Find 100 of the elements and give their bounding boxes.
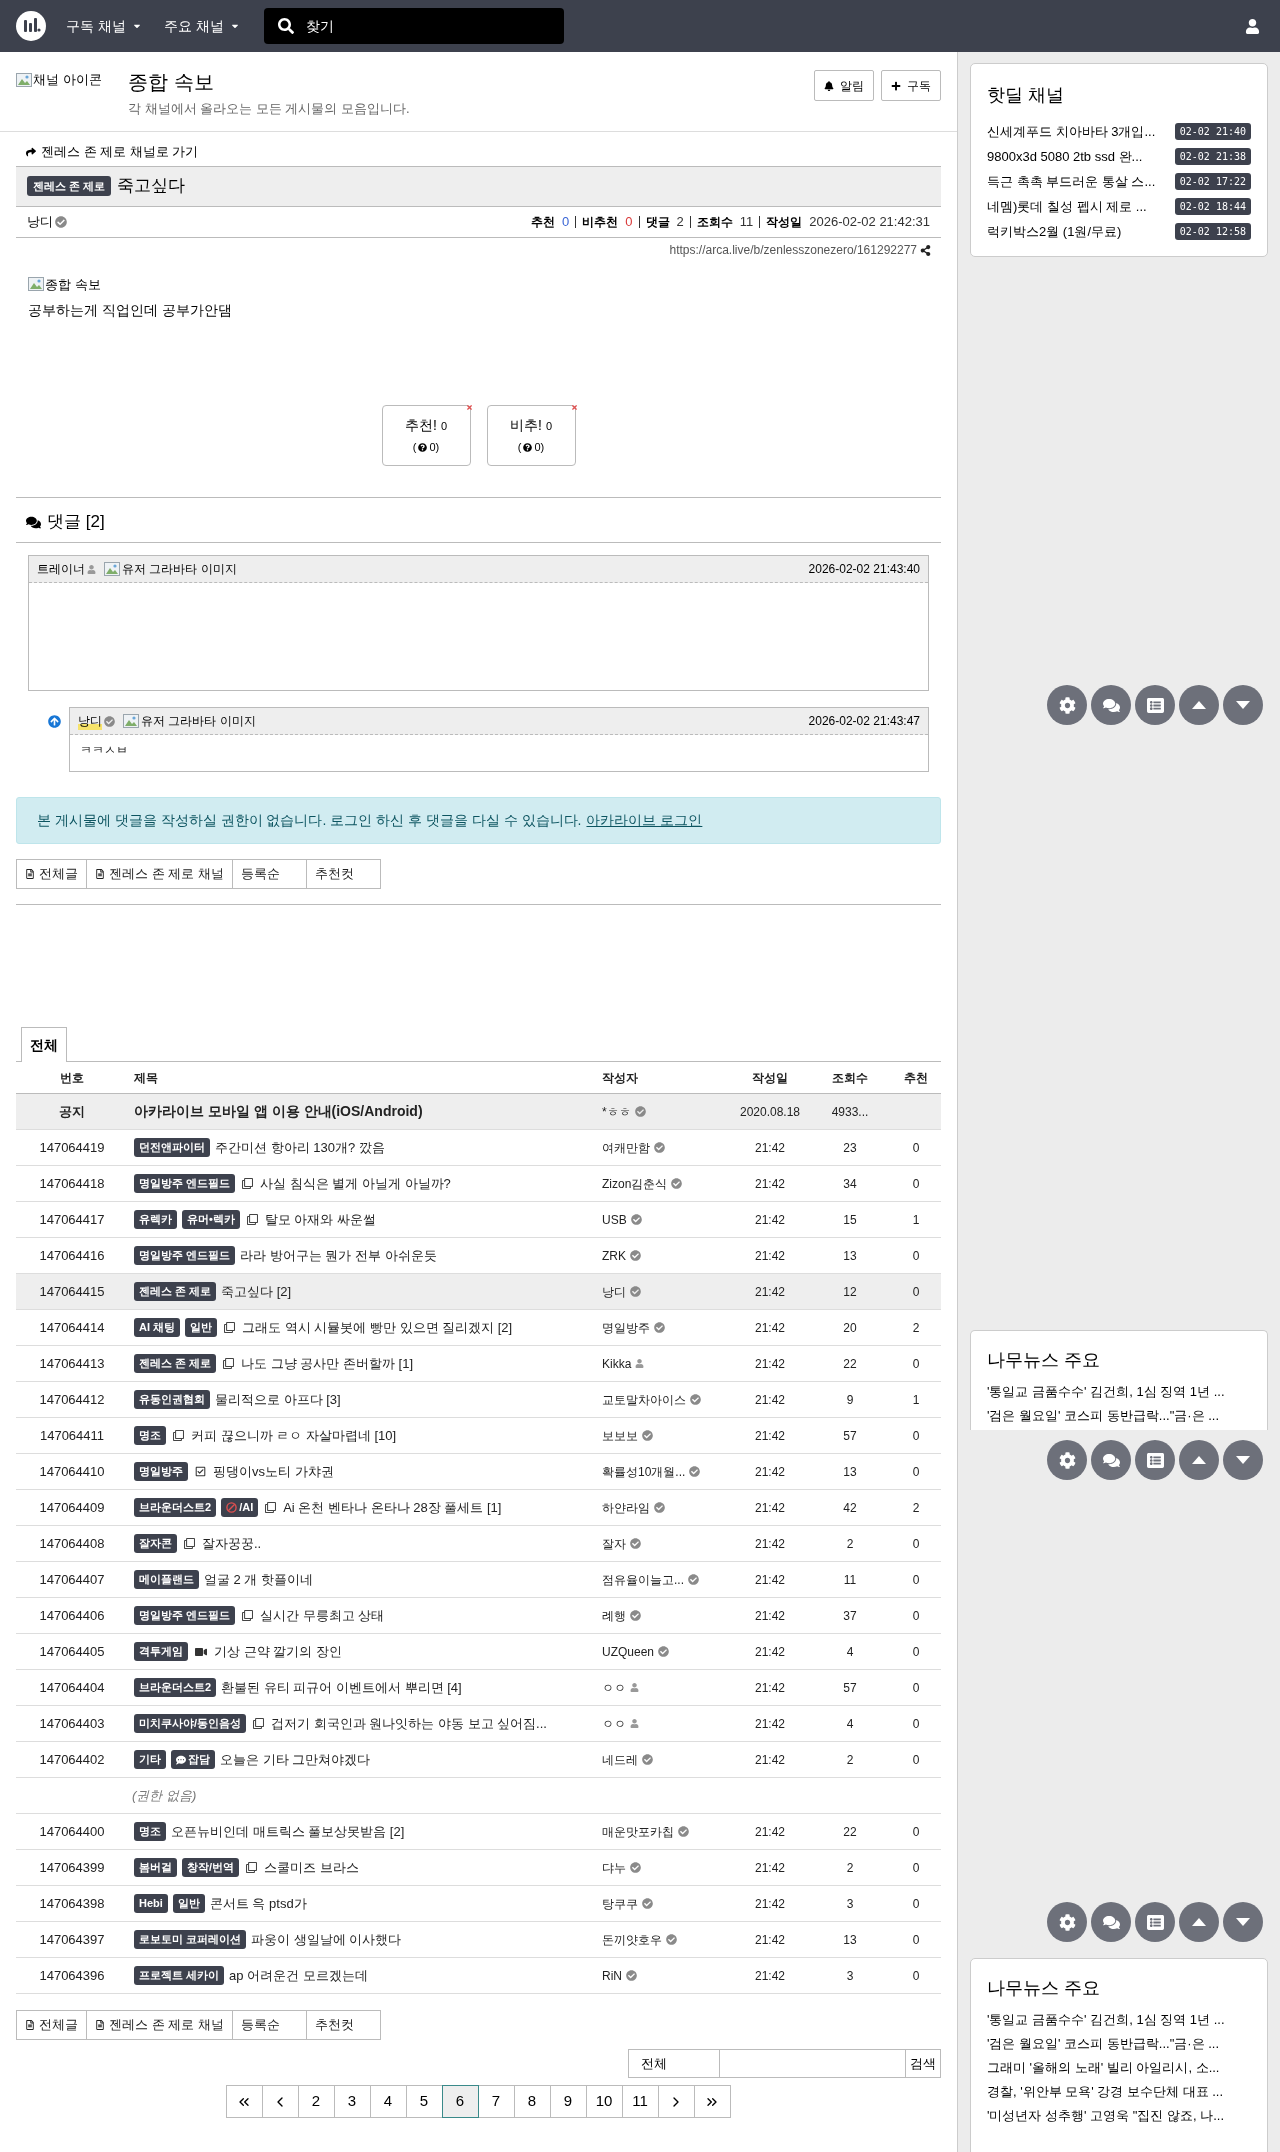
post-title[interactable]: 기상 근약 깔기의 장인 [214, 1641, 342, 1662]
author-name[interactable]: UZQueen [602, 1642, 655, 1661]
category-tag[interactable]: 일반 [172, 1894, 205, 1913]
category-tag[interactable]: 잡담 [171, 1750, 215, 1769]
news-link[interactable]: '통일교 금품수수' 김건희, 1심 징역 1년 ... [987, 2010, 1251, 2034]
deal-link[interactable]: 신세계푸드 치아바타 3개입... [987, 121, 1156, 142]
category-tag[interactable]: 명일방주 엔드필드 [134, 1606, 236, 1625]
category-tag[interactable]: AI 채팅 [134, 1318, 181, 1337]
news-link[interactable]: '통일교 금품수수' 김건희, 1심 징역 1년 ... [987, 1382, 1251, 1406]
list-button[interactable] [1135, 1902, 1175, 1942]
scroll-up-button[interactable] [1179, 685, 1219, 725]
author-name[interactable]: 점유율이늘고... [602, 1570, 684, 1589]
category-tag[interactable]: 던전앤파이터 [134, 1138, 210, 1157]
category-tag[interactable]: 봄버걸 [134, 1858, 177, 1877]
post-title[interactable]: 파웅이 생일날에 이사했다 [251, 1929, 402, 1950]
post-title[interactable]: 잘자꿍꿍.. [202, 1533, 262, 1554]
post-title[interactable]: 그래도 역시 시뮬봇에 빵만 있으면 질리겠지 [2] [242, 1317, 513, 1338]
close-icon[interactable] [465, 404, 473, 411]
page-button[interactable]: 4 [369, 2085, 407, 2118]
category-tag[interactable]: 프로젝트 세카이 [134, 1966, 225, 1985]
nav-dropdown[interactable]: 구독 채널 [66, 15, 142, 37]
comments-button[interactable] [1091, 1902, 1131, 1942]
category-tag[interactable]: /AI [221, 1498, 259, 1517]
last-page-button[interactable] [693, 2085, 731, 2118]
author-name[interactable]: 탕쿠쿠 [602, 1894, 638, 1913]
filter-button[interactable]: 등록순 [231, 2010, 307, 2040]
post-title[interactable]: 얼굴 2 개 핫플이네 [204, 1569, 314, 1590]
comments-button[interactable] [1091, 1440, 1131, 1480]
page-button[interactable]: 7 [477, 2085, 515, 2118]
post-title[interactable]: 아카라이브 모바일 앱 이용 안내(iOS/Android) [134, 1101, 423, 1122]
scroll-down-button[interactable] [1223, 685, 1263, 725]
first-page-button[interactable] [225, 2085, 263, 2118]
news-link[interactable]: 경찰, '위안부 모욕' 강경 보수단체 대표 ... [987, 2082, 1251, 2106]
author-name[interactable]: ZRK [602, 1246, 626, 1265]
post-title[interactable]: 겁저기 회국인과 원나잇하는 야동 보고 싶어짐... [271, 1713, 547, 1734]
post-title[interactable]: ap 어려운건 모르겠는데 [229, 1965, 368, 1986]
scroll-down-button[interactable] [1223, 1440, 1263, 1480]
page-button[interactable]: 11 [621, 2085, 659, 2118]
table-row[interactable]: 147064415 젠레스 존 제로 죽고싶다 [2] 낭디 21:42 12 0 [16, 1274, 941, 1310]
vote-button[interactable]: 비추! 0 ( 0) [486, 405, 576, 466]
post-title[interactable]: 환불된 유티 피규어 이벤트에서 뿌리면 [4] [221, 1677, 462, 1698]
category-tag[interactable]: 브라운더스트2 [134, 1498, 217, 1517]
author-name[interactable]: 낭디 [602, 1282, 626, 1301]
list-button[interactable] [1135, 1440, 1175, 1480]
user-icon[interactable] [1245, 18, 1260, 34]
author-name[interactable]: ㅇㅇ [602, 1678, 626, 1697]
list-button[interactable] [1135, 685, 1175, 725]
channel-button[interactable]: 구독 [881, 70, 941, 101]
author-name[interactable]: *ㅎㅎ [602, 1102, 631, 1121]
author-name[interactable]: 매운맛포카칩 [602, 1822, 674, 1841]
notice-row[interactable]: 공지 아카라이브 모바일 앱 이용 안내(iOS/Android) *ㅎㅎ 2020.08.18 4933... [16, 1094, 941, 1130]
author-name[interactable]: 명일방주 [602, 1318, 650, 1337]
filter-button[interactable]: 전체글 [16, 2010, 87, 2040]
prev-page-button[interactable] [261, 2085, 299, 2118]
filter-button[interactable]: 젠레스 존 제로 채널 [86, 859, 233, 889]
category-tag[interactable]: 명조 [134, 1426, 166, 1445]
page-button[interactable]: 8 [513, 2085, 551, 2118]
author-name[interactable]: USB [602, 1210, 627, 1229]
settings-button[interactable] [1047, 1902, 1087, 1942]
category-tag[interactable]: 명일방주 엔드필드 [134, 1174, 236, 1193]
post-title[interactable]: 커피 끊으니까 ㄹㅇ 자살마렵네 [10] [191, 1425, 397, 1446]
category-tag[interactable]: 젠레스 존 제로 [134, 1282, 217, 1301]
post-title[interactable]: 주간미션 항아리 130개? 깠음 [215, 1137, 385, 1158]
post-title[interactable]: 라라 방어구는 뭔가 전부 아쉬운듯 [240, 1245, 437, 1266]
category-tag[interactable]: 유렉카 [134, 1210, 177, 1229]
settings-button[interactable] [1047, 685, 1087, 725]
post-title[interactable]: 오픈뉴비인데 매트릭스 풀보상못받음 [2] [171, 1821, 405, 1842]
author-name[interactable]: Zizon김춘식 [602, 1174, 668, 1193]
author-name[interactable]: ㅇㅇ [602, 1714, 626, 1733]
category-tag[interactable]: 명일방주 엔드필드 [134, 1246, 236, 1265]
page-button[interactable]: 9 [549, 2085, 587, 2118]
category-tag[interactable]: 젠레스 존 제로 [134, 1354, 217, 1373]
logo-icon[interactable] [16, 11, 46, 41]
author-name[interactable]: 잘자 [602, 1534, 626, 1553]
search-input[interactable]: 찾기 [305, 15, 550, 37]
deal-link[interactable]: 9800x3d 5080 2tb ssd 완... [987, 146, 1143, 167]
post-title[interactable]: 탈모 아재와 싸운썰 [264, 1209, 377, 1230]
author-name[interactable]: RiN [602, 1966, 622, 1985]
filter-button[interactable]: 젠레스 존 제로 채널 [86, 2010, 233, 2040]
post-url[interactable]: https://arca.live/b/zenlesszonezero/161292277 [669, 241, 917, 259]
author-name[interactable]: 댜누 [602, 1858, 626, 1877]
category-tag[interactable]: 명조 [134, 1822, 166, 1841]
login-link[interactable]: 아카라이브 로그인 [586, 810, 703, 831]
author-name[interactable]: 하얀라임 [602, 1498, 650, 1517]
next-page-button[interactable] [657, 2085, 695, 2118]
category-tag[interactable]: 미치쿠사야/동인음성 [134, 1714, 247, 1733]
category-tag[interactable]: 로보토미 코퍼레이션 [134, 1930, 247, 1949]
news-link[interactable]: '미성년자 성추행' 고영욱 "집진 않죠, 나... [987, 2106, 1251, 2130]
page-button[interactable]: 2 [297, 2085, 335, 2118]
post-title[interactable]: 나도 그냥 공사만 존버할까 [1] [241, 1353, 414, 1374]
deal-link[interactable]: 네멤)롯데 칠성 펩시 제로 ... [987, 196, 1147, 217]
filter-button[interactable]: 전체글 [16, 859, 87, 889]
page-button[interactable]: 10 [585, 2085, 623, 2118]
author-name[interactable]: 례행 [602, 1606, 626, 1625]
share-icon[interactable] [920, 244, 931, 256]
author-name[interactable]: 보보보 [602, 1426, 638, 1445]
page-button[interactable]: 6 [441, 2085, 479, 2118]
author-name[interactable]: 여캐만함 [602, 1138, 650, 1157]
post-title[interactable]: 실시간 무릉최고 상태 [260, 1605, 385, 1626]
news-link[interactable]: 그래미 '올해의 노래' 빌리 아일리시, 소... [987, 2058, 1251, 2082]
